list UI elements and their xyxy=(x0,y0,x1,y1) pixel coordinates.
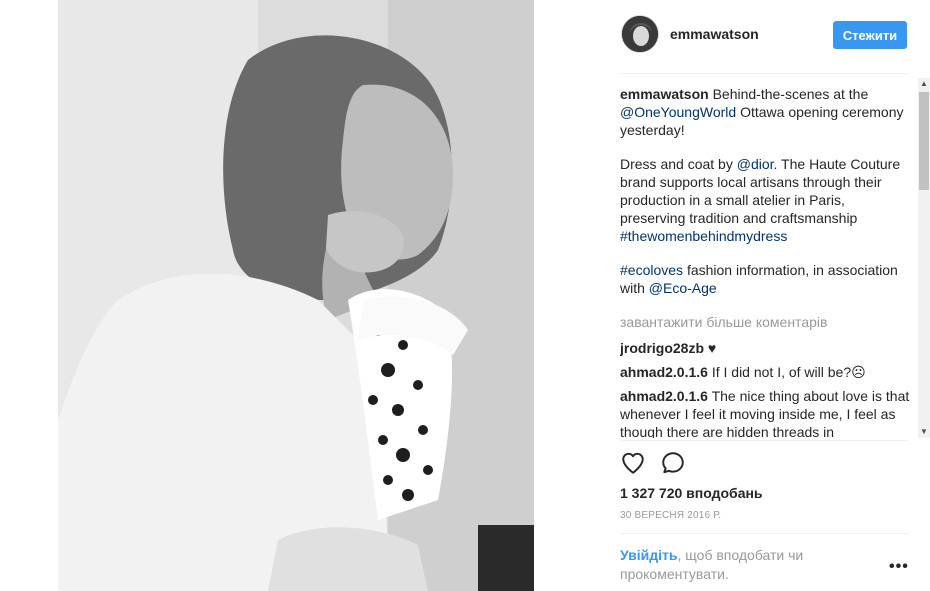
heart-icon[interactable] xyxy=(620,450,646,476)
comment-item: jrodrigo28zb ♥ xyxy=(620,339,910,357)
footer-divider xyxy=(621,533,908,534)
avatar-image xyxy=(622,16,658,52)
login-prompt: Увійдіть, щоб вподобати чи прокоментуват… xyxy=(620,546,860,584)
comment-item: ahmad2.0.1.6 The nice thing about love i… xyxy=(620,387,910,438)
post-photo[interactable] xyxy=(58,0,534,591)
login-link[interactable]: Увійдіть xyxy=(620,547,678,563)
avatar[interactable] xyxy=(621,15,659,53)
comments-scrollbar[interactable]: ▲ ▼ xyxy=(918,78,930,438)
load-more-comments-link[interactable]: завантажити більше коментарів xyxy=(620,313,910,331)
mention-link[interactable]: @dior xyxy=(737,156,774,172)
comments-list[interactable]: emmawatson Behind-the-scenes at the @One… xyxy=(620,85,910,438)
caption: emmawatson Behind-the-scenes at the @One… xyxy=(620,85,910,139)
post-details-panel: emmawatson Стежити emmawatson Behind-the… xyxy=(605,0,930,591)
likes-count[interactable]: 1 327 720 вподобань xyxy=(620,485,763,501)
comment-icon[interactable] xyxy=(660,450,686,476)
caption-paragraph: #ecoloves fashion information, in associ… xyxy=(620,261,910,297)
more-options-icon[interactable]: ••• xyxy=(889,558,909,576)
caption-paragraph: Dress and coat by @dior. The Haute Coutu… xyxy=(620,155,910,245)
comment-text: If I did not I, of will be?☹ xyxy=(711,364,866,380)
hashtag-link[interactable]: #thewomenbehindmydress xyxy=(620,228,787,244)
caption-username-link[interactable]: emmawatson xyxy=(620,86,709,102)
scroll-down-arrow-icon[interactable]: ▼ xyxy=(918,426,930,438)
comment-username-link[interactable]: ahmad2.0.1.6 xyxy=(620,364,708,380)
caption-text: Dress and coat by xyxy=(620,156,733,172)
post-media-area xyxy=(0,0,600,591)
mention-link[interactable]: @Eco-Age xyxy=(649,280,717,296)
post-header: emmawatson Стежити xyxy=(605,0,930,72)
follow-button[interactable]: Стежити xyxy=(833,21,907,49)
header-username-link[interactable]: emmawatson xyxy=(670,26,759,42)
header-divider xyxy=(621,73,908,74)
comment-username-link[interactable]: ahmad2.0.1.6 xyxy=(620,388,708,404)
comment-item: ahmad2.0.1.6 If I did not I, of will be?… xyxy=(620,363,910,381)
caption-text: Behind-the-scenes at the xyxy=(712,86,869,102)
post-date[interactable]: 30 ВЕРЕСНЯ 2016 Р. xyxy=(620,510,721,521)
scrollbar-thumb[interactable] xyxy=(919,92,929,190)
scroll-up-arrow-icon[interactable]: ▲ xyxy=(918,78,930,90)
comment-username-link[interactable]: jrodrigo28zb xyxy=(620,340,704,356)
comment-text: ♥ xyxy=(707,340,717,356)
mention-link[interactable]: @OneYoungWorld xyxy=(620,104,736,120)
portrait-illustration xyxy=(58,0,534,591)
comments-divider xyxy=(621,440,908,441)
hashtag-link[interactable]: #ecoloves xyxy=(620,262,683,278)
